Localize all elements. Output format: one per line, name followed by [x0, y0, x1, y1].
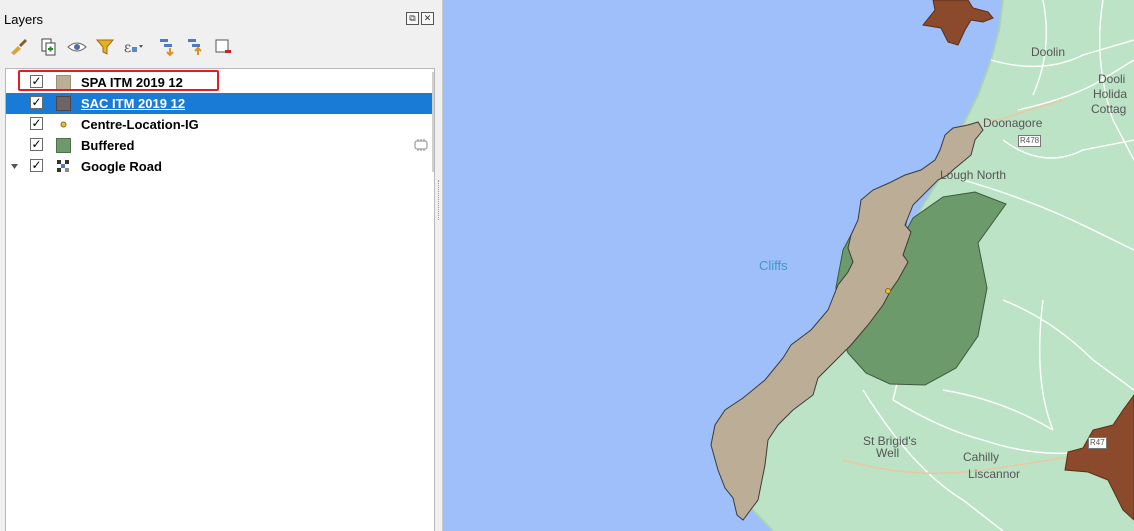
layers-toolbar: ε: [8, 36, 268, 58]
map-label-liscannor: Liscannor: [968, 467, 1021, 481]
layer-row-buffered[interactable]: ✓ Buffered: [6, 135, 434, 156]
tree-scrollbar[interactable]: [432, 72, 434, 172]
centre-point-marker[interactable]: [885, 288, 891, 294]
temporary-layer-icon[interactable]: [413, 138, 429, 152]
highlight-box: [18, 70, 219, 91]
polygon-swatch-icon: [56, 138, 71, 153]
map-layers: [443, 0, 1134, 531]
svg-text:ε: ε: [124, 40, 131, 56]
map-label-lough-north: Lough North: [940, 168, 1007, 182]
add-group-icon[interactable]: [38, 36, 60, 58]
filter-expression-icon[interactable]: ε: [122, 36, 144, 58]
layers-panel: Layers ⧉ ✕ ε ✓ SPA ITM 2019 12 ✓ SAC ITM…: [0, 0, 443, 531]
layer-checkbox[interactable]: ✓: [30, 117, 43, 130]
layer-label: Google Road: [81, 159, 162, 174]
map-label-st-brigids: Well: [876, 446, 900, 460]
layer-checkbox[interactable]: ✓: [30, 96, 43, 109]
close-icon[interactable]: ✕: [421, 12, 434, 25]
layer-label: SAC ITM 2019 12: [81, 96, 186, 111]
layer-checkbox[interactable]: ✓: [30, 138, 43, 151]
layer-tree: ✓ SPA ITM 2019 12 ✓ SAC ITM 2019 12 ✓ Ce…: [5, 68, 435, 531]
polygon-swatch-icon: [56, 96, 71, 111]
map-label-doolin-holiday: Holida: [1093, 87, 1128, 101]
layer-row-google-road[interactable]: ✓ Google Road: [6, 156, 434, 177]
map-label-doonagore: Doonagore: [983, 116, 1043, 130]
road-shield-r478: R47: [1088, 437, 1107, 449]
map-label-doolin-holiday: Dooli: [1098, 72, 1126, 86]
road-shield-r478: R478: [1018, 135, 1042, 147]
panel-splitter[interactable]: [438, 180, 441, 220]
raster-layer-icon: [57, 160, 69, 172]
collapse-all-icon[interactable]: [184, 36, 206, 58]
layer-row-sac[interactable]: ✓ SAC ITM 2019 12: [6, 93, 434, 114]
layer-label: Centre-Location-IG: [81, 117, 199, 132]
remove-layer-icon[interactable]: [212, 36, 234, 58]
layer-row-centre-location[interactable]: ✓ Centre-Location-IG: [6, 114, 434, 135]
visibility-icon[interactable]: [66, 36, 88, 58]
layer-checkbox[interactable]: ✓: [30, 159, 43, 172]
layer-label: Buffered: [81, 138, 135, 153]
map-label-doolin: Doolin: [1031, 45, 1066, 59]
expand-all-icon[interactable]: [156, 36, 178, 58]
collapse-arrow-icon[interactable]: [10, 162, 19, 171]
style-manager-icon[interactable]: [8, 36, 30, 58]
point-symbol-icon: [60, 121, 67, 128]
panel-title: Layers: [4, 12, 44, 27]
filter-icon[interactable]: [94, 36, 116, 58]
map-canvas[interactable]: Doolin Dooli Holida Cottag Doonagore R47…: [443, 0, 1134, 531]
map-label-cliffs: Cliffs: [759, 258, 788, 273]
map-label-cahilly: Cahilly: [963, 450, 1000, 464]
map-label-doolin-holiday: Cottag: [1091, 102, 1127, 116]
float-icon[interactable]: ⧉: [406, 12, 419, 25]
